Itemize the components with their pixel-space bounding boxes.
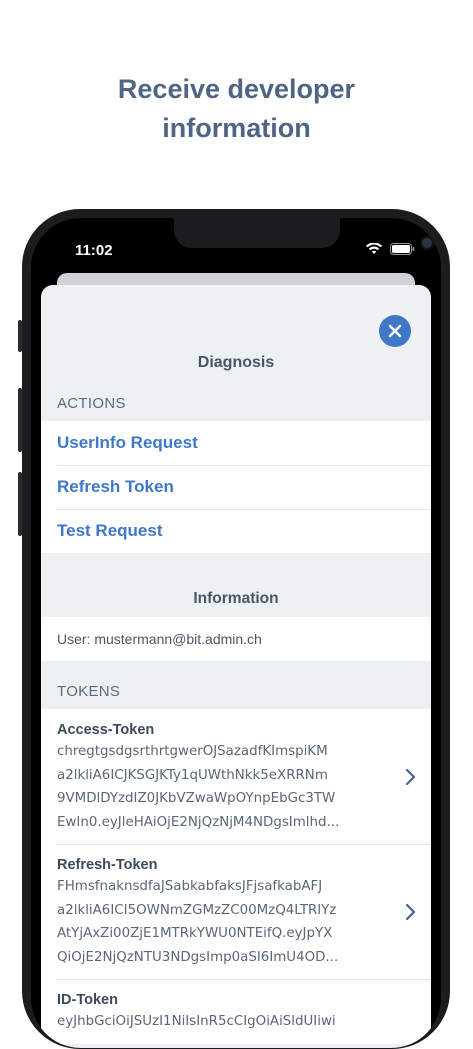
token-line: QiOjE2NjQzNTU3NDgsImp0aSI6ImU4OD... <box>57 949 339 965</box>
wifi-icon <box>366 243 382 254</box>
tokens-section-label: TOKENS <box>57 683 121 700</box>
token-line: FHmsfnaknsdfaJSabkabfaksJFjsafkabAFJ <box>57 879 323 894</box>
token-line: a2lkliA6ICJKSGJKTy1qUWthNkk5eXRRNm <box>57 767 328 783</box>
access-token-label: Access-Token <box>57 722 155 738</box>
token-line: EwIn0.eyJleHAiOjE2NjQzNjM4NDgsImlhd... <box>57 814 340 830</box>
chevron-right-icon <box>405 903 416 920</box>
camera-icon <box>420 236 434 250</box>
refresh-token-row[interactable]: Refresh-Token FHmsfnaknsdfaJSabkabfaksJF… <box>41 844 431 979</box>
chevron-right-icon <box>405 768 416 785</box>
headline: Receive developer information <box>0 70 473 148</box>
refresh-token-label: Refresh-Token <box>57 857 158 873</box>
token-line: chregtgsdgsrthrtgwerOJSazadfKImspiKM <box>57 744 328 759</box>
token-line: 9VMDlDYzdIZ0JKbVZwaWpOYnpEbGc3TW <box>57 791 336 806</box>
tokens-group: Access-Token chregtgsdgsrthrtgwerOJSazad… <box>41 709 431 1044</box>
actions-group: UserInfo Request Refresh Token Test Requ… <box>41 421 431 553</box>
token-line: eyJhbGciOiJSUzI1NiIsInR5cCIgOiAiSldUIiwi <box>57 1014 336 1029</box>
headline-line-1: Receive developer <box>117 74 356 104</box>
battery-icon <box>390 243 415 255</box>
userinfo-request-button[interactable]: UserInfo Request <box>41 421 431 465</box>
information-title: Information <box>193 590 279 607</box>
close-button[interactable] <box>379 315 411 347</box>
id-token-row[interactable]: ID-Token eyJhbGciOiJSUzI1NiIsInR5cCIgOiA… <box>41 979 431 1044</box>
close-icon <box>388 324 402 338</box>
id-token-label: ID-Token <box>57 992 118 1008</box>
sheet-title: Diagnosis <box>197 354 275 371</box>
user-info: User: mustermann@bit.admin.ch <box>57 631 262 647</box>
token-line: a2lkliA6ICI5OWNmZGMzZC00MzQ4LTRlYz <box>57 902 337 918</box>
diagnosis-sheet: Diagnosis ACTIONS UserInfo Request Refre… <box>41 285 431 1048</box>
headline-line-2: information <box>162 113 311 143</box>
status-icons <box>366 243 415 255</box>
phone-screen: 11:02 Diagnosis ACTIONS UserInfo Request… <box>31 218 441 1048</box>
information-group: User: mustermann@bit.admin.ch <box>41 617 431 661</box>
actions-section-label: ACTIONS <box>57 395 126 412</box>
notch <box>174 218 434 250</box>
test-request-button[interactable]: Test Request <box>41 509 431 553</box>
status-time: 11:02 <box>75 242 113 259</box>
refresh-token-button[interactable]: Refresh Token <box>41 465 431 509</box>
phone-frame: 11:02 Diagnosis ACTIONS UserInfo Request… <box>22 209 450 1049</box>
access-token-row[interactable]: Access-Token chregtgsdgsrthrtgwerOJSazad… <box>41 709 431 844</box>
token-line: AtYjAxZi00ZjE1MTRkYWU0NTEifQ.eyJpYX <box>57 926 333 941</box>
